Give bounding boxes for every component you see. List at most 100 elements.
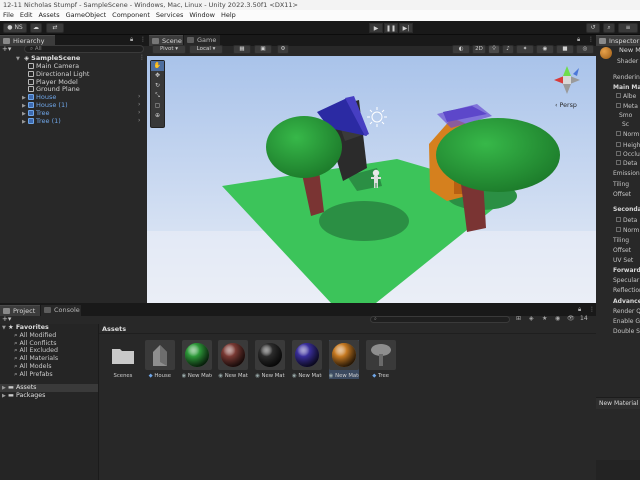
- lock-icon[interactable]: 🔒︎: [578, 306, 581, 314]
- texture-slot-icon[interactable]: [616, 131, 621, 136]
- pivot-dropdown[interactable]: Pivot ▾: [152, 45, 186, 54]
- inspector-property[interactable]: Enable GP: [613, 317, 640, 326]
- filter-type-icon[interactable]: ⊞: [516, 315, 521, 322]
- inspector-property[interactable]: Norm: [616, 130, 639, 139]
- scene-viewport[interactable]: ‹ Persp ✋ ✥ ↻ ⤡ ▢ ⊕: [147, 56, 596, 303]
- hidden-packages-icon[interactable]: ◉: [555, 315, 560, 322]
- rect-tool-button[interactable]: ▢: [151, 101, 164, 111]
- asset-item[interactable]: ◉ New Materi...: [181, 340, 212, 379]
- play-button[interactable]: ▶: [369, 23, 383, 33]
- hidden-objects-button[interactable]: ◉: [536, 45, 554, 54]
- hierarchy-item[interactable]: Main Camera: [22, 62, 79, 70]
- menu-services[interactable]: Services: [153, 10, 186, 21]
- hierarchy-item[interactable]: Directional Light: [22, 70, 89, 78]
- cloud-icon[interactable]: ☁: [30, 23, 42, 33]
- audio-toggle[interactable]: ♪: [502, 45, 514, 54]
- step-button[interactable]: ▶|: [399, 23, 413, 33]
- asset-item[interactable]: Scenes: [108, 340, 138, 379]
- inspector-property[interactable]: Render Qu: [613, 307, 640, 316]
- menu-gameobject[interactable]: GameObject: [63, 10, 110, 21]
- scene-camera-button[interactable]: ■: [556, 45, 574, 54]
- tab-inspector[interactable]: Inspector: [596, 35, 640, 46]
- layers-dropdown[interactable]: ≡: [618, 23, 638, 33]
- inspector-property[interactable]: Tiling: [613, 236, 629, 245]
- 2d-toggle[interactable]: 2D: [472, 45, 486, 54]
- open-prefab-icon[interactable]: ›: [138, 93, 140, 100]
- hand-tool-button[interactable]: ✋: [151, 61, 164, 71]
- lock-icon[interactable]: 🔒︎: [130, 36, 133, 44]
- texture-slot-icon[interactable]: [616, 160, 621, 165]
- texture-slot-icon[interactable]: [616, 151, 621, 156]
- filter-label-icon[interactable]: ◈: [529, 315, 534, 322]
- account-button[interactable]: ● NS: [3, 23, 27, 33]
- asset-item[interactable]: ◉ New Materi...: [292, 340, 322, 379]
- pause-button[interactable]: ❚❚: [384, 23, 398, 33]
- inspector-property[interactable]: Deta: [616, 159, 637, 168]
- inspector-property[interactable]: Smo: [619, 111, 632, 120]
- search-icon[interactable]: ⌕: [603, 23, 615, 33]
- hierarchy-item[interactable]: ▶ House (1): [22, 101, 68, 109]
- asset-item[interactable]: ◉ New Materi...: [218, 340, 249, 379]
- hierarchy-item[interactable]: ▶ Tree (1): [22, 117, 61, 125]
- favorite-search-icon[interactable]: ★: [542, 315, 547, 322]
- asset-item[interactable]: ◆ Tree: [365, 340, 396, 379]
- menu-edit[interactable]: Edit: [17, 10, 36, 21]
- menu-assets[interactable]: Assets: [35, 10, 62, 21]
- gizmos-dropdown[interactable]: ◎: [576, 45, 594, 54]
- draw-mode-button[interactable]: ◐: [452, 45, 470, 54]
- favorites-row[interactable]: ▼ ★ Favorites: [2, 324, 49, 332]
- scale-tool-button[interactable]: ⤡: [151, 91, 164, 101]
- breadcrumb[interactable]: Assets: [102, 325, 126, 333]
- project-search-input[interactable]: ⌕: [370, 316, 510, 323]
- transform-tool-button[interactable]: ⊕: [151, 111, 164, 121]
- inspector-property[interactable]: Offset: [613, 246, 631, 255]
- history-icon[interactable]: ↺: [586, 23, 600, 33]
- inspector-property[interactable]: Albe: [616, 92, 636, 101]
- inspector-property[interactable]: Advanced: [613, 297, 640, 306]
- asset-item[interactable]: ◉ New Materi...: [255, 340, 286, 379]
- texture-slot-icon[interactable]: [616, 142, 621, 147]
- packages-folder-row[interactable]: ▶ ▬ Packages: [2, 392, 45, 400]
- open-prefab-icon[interactable]: ›: [138, 117, 140, 124]
- inspector-property[interactable]: Sc: [622, 120, 629, 129]
- inspector-property[interactable]: Occlu: [616, 150, 640, 159]
- scene-menu-icon[interactable]: ⋮: [139, 54, 145, 61]
- open-prefab-icon[interactable]: ›: [138, 101, 140, 108]
- menu-help[interactable]: Help: [218, 10, 239, 21]
- texture-slot-icon[interactable]: [616, 217, 621, 222]
- inspector-property[interactable]: Double Si: [613, 327, 640, 336]
- assets-folder-row[interactable]: ▶ ▬ Assets: [2, 384, 36, 392]
- scene-root-row[interactable]: ▼ ◈ SampleScene: [16, 54, 80, 62]
- local-dropdown[interactable]: Local ▾: [189, 45, 223, 54]
- inspector-property[interactable]: Emission: [613, 169, 640, 178]
- texture-slot-icon[interactable]: [616, 103, 621, 108]
- inspector-property[interactable]: Forward R: [613, 266, 640, 275]
- panel-menu-icon[interactable]: ⋮: [140, 36, 146, 43]
- menu-file[interactable]: File: [0, 10, 17, 21]
- move-tool-button[interactable]: ✥: [151, 71, 164, 81]
- inspector-property[interactable]: Norm: [616, 226, 639, 235]
- add-object-button[interactable]: +▾: [2, 45, 12, 53]
- open-prefab-icon[interactable]: ›: [138, 109, 140, 116]
- tab-console[interactable]: Console: [41, 305, 81, 316]
- texture-slot-icon[interactable]: [616, 93, 621, 98]
- projection-label[interactable]: ‹ Persp: [555, 102, 577, 109]
- hierarchy-item[interactable]: ▶ House: [22, 93, 56, 101]
- inspector-property[interactable]: Deta: [616, 216, 637, 225]
- panel-menu-icon[interactable]: ⋮: [588, 36, 594, 43]
- rotate-tool-button[interactable]: ↻: [151, 81, 164, 91]
- snap-increment-button[interactable]: ▣: [254, 45, 272, 54]
- texture-slot-icon[interactable]: [616, 227, 621, 232]
- inspector-property[interactable]: Heigh: [616, 141, 640, 150]
- favorite-item[interactable]: ⌕ All Prefabs: [14, 371, 53, 379]
- inspector-property[interactable]: Main Maps: [613, 83, 640, 92]
- hierarchy-search-input[interactable]: ⌕ All: [24, 45, 144, 53]
- effects-dropdown[interactable]: ✦: [516, 45, 534, 54]
- panel-menu-icon[interactable]: ⋮: [589, 306, 595, 313]
- collab-icon[interactable]: ⇄: [46, 23, 64, 33]
- menu-component[interactable]: Component: [109, 10, 153, 21]
- inspector-property[interactable]: Offset: [613, 190, 631, 199]
- hierarchy-item[interactable]: Ground Plane: [22, 85, 80, 93]
- inspector-property[interactable]: Meta: [616, 102, 638, 111]
- menu-window[interactable]: Window: [186, 10, 218, 21]
